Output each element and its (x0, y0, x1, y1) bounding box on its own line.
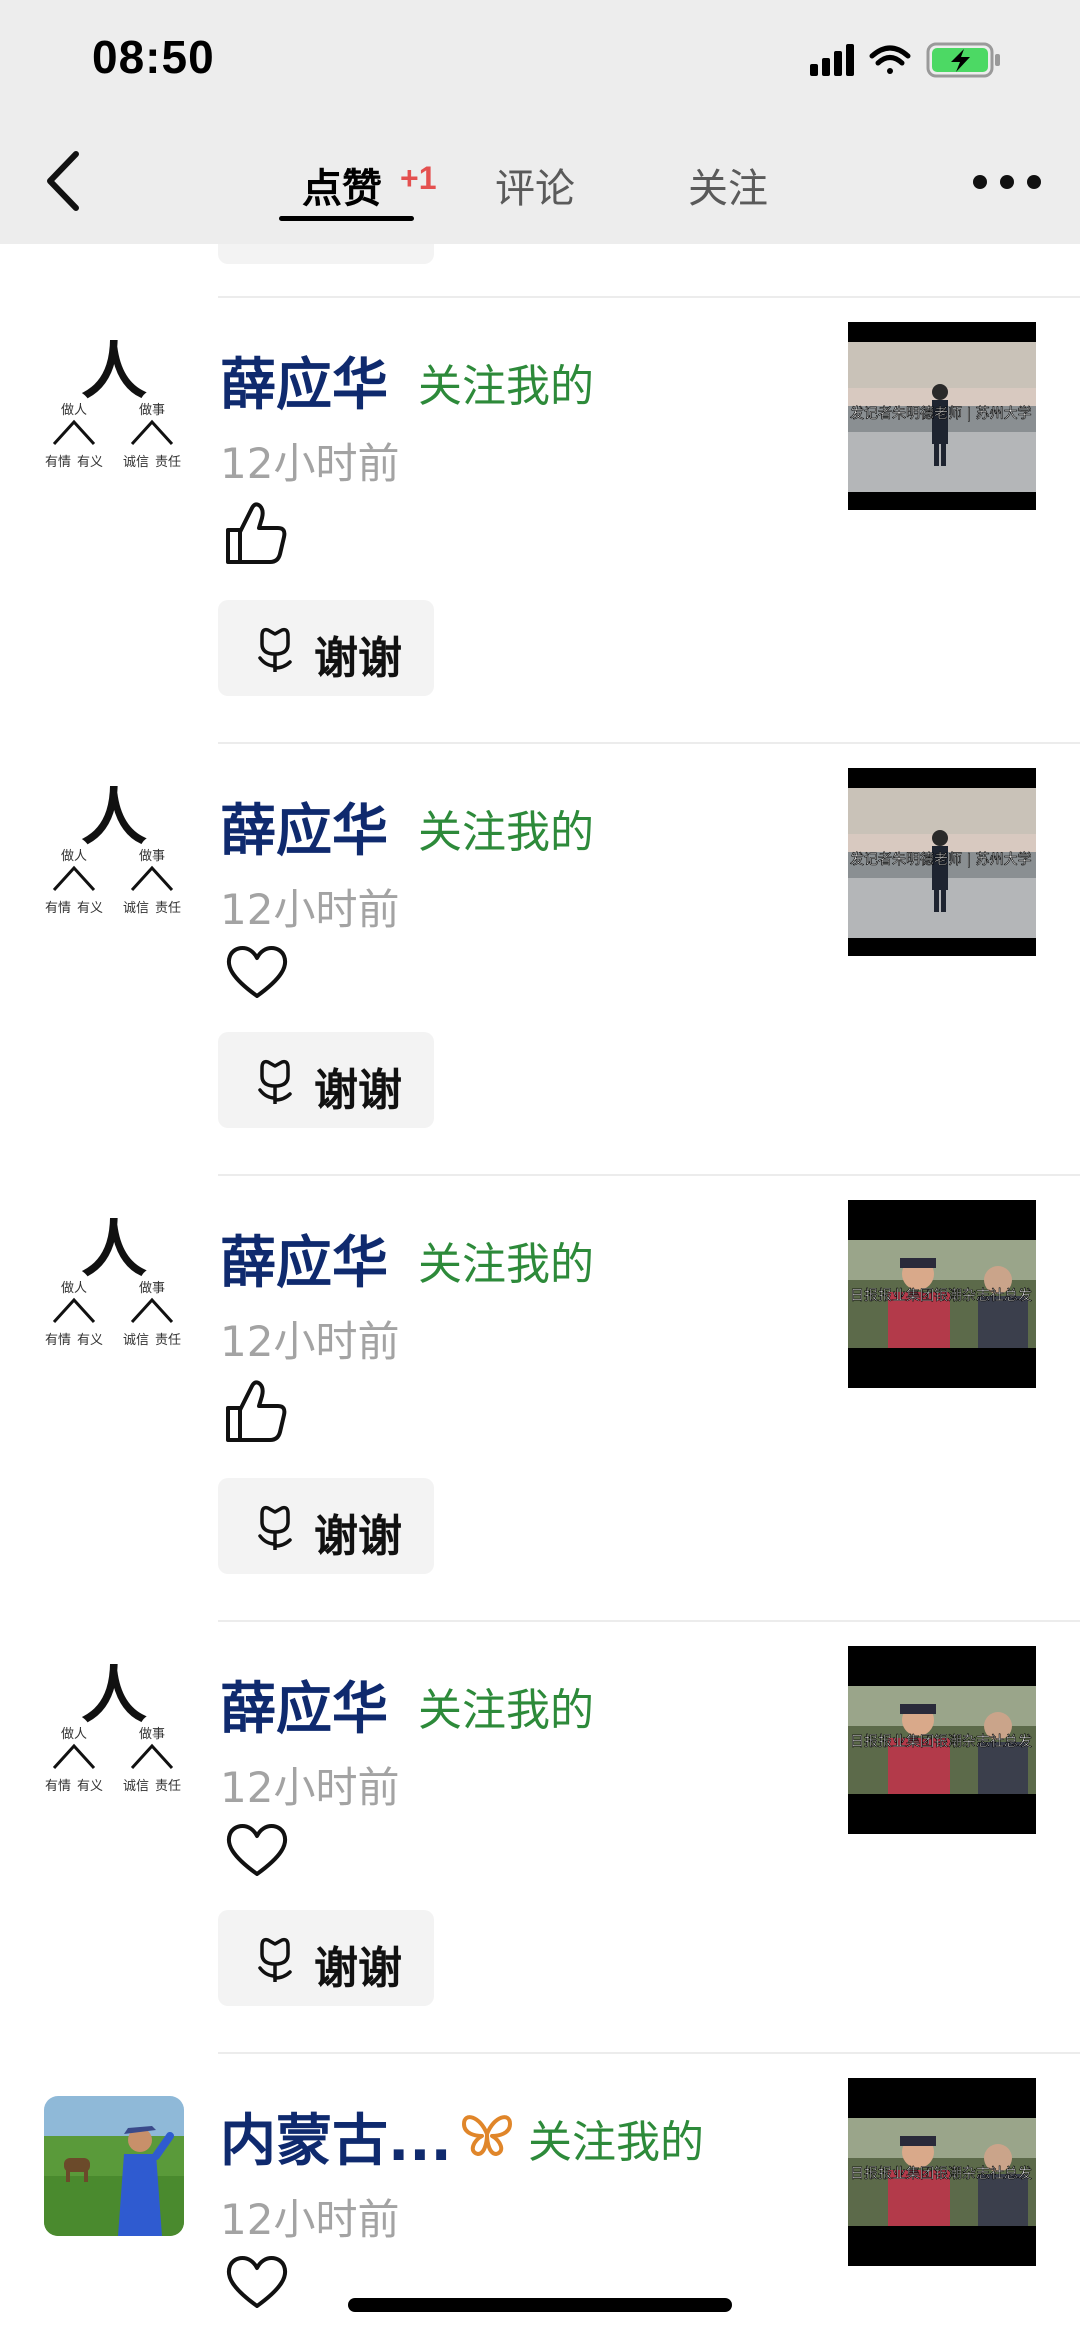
svg-text:责任: 责任 (155, 1779, 181, 1794)
video-caption: 发记者朱明德老师 | 苏州大学 (850, 852, 1032, 868)
heart-icon (222, 936, 292, 1006)
video-thumbnail[interactable]: 日报报业集团银潮杂志社总发 (848, 1646, 1036, 1834)
follow-note: 关注我的 (418, 361, 594, 412)
butterfly-icon (462, 2115, 512, 2156)
svg-text:有义: 有义 (77, 1333, 103, 1348)
thanks-label: 谢谢 (314, 633, 402, 684)
avatar[interactable]: 人 做人 做事 有情 有义 诚信 责任 (44, 340, 184, 480)
svg-text:做人: 做人 (61, 1281, 87, 1296)
thanks-label: 谢谢 (314, 1943, 402, 1994)
user-name[interactable]: 薛应华 (220, 340, 388, 421)
svg-text:有情: 有情 (45, 455, 71, 470)
timestamp: 12小时前 (220, 1317, 400, 1366)
signal-icon (810, 44, 854, 76)
video-caption: 发记者朱明德老师 | 苏州大学 (850, 406, 1032, 422)
video-caption: 日报报业集团银潮杂志社总发 (850, 1287, 1032, 1304)
svg-text:诚信: 诚信 (123, 455, 149, 470)
thanks-button[interactable]: 谢谢 (218, 1910, 434, 2006)
status-bar: 08:50 (0, 0, 1080, 120)
status-time: 08:50 (92, 31, 215, 83)
svg-text:有情: 有情 (45, 901, 71, 916)
user-name[interactable]: 薛应华 (220, 1218, 388, 1299)
video-caption: 日报报业集团银潮杂志社总发 (850, 2165, 1032, 2182)
flower-icon (248, 1500, 302, 1554)
svg-text:有义: 有义 (77, 455, 103, 470)
flower-icon (248, 1932, 302, 1986)
thumbs-up-icon (222, 498, 292, 568)
follow-note: 关注我的 (418, 1685, 594, 1736)
svg-text:有情: 有情 (45, 1333, 71, 1348)
video-thumbnail[interactable]: 日报报业集团银潮杂志社总发 (848, 1200, 1036, 1388)
thanks-button-partial[interactable] (218, 244, 434, 264)
svg-text:有义: 有义 (77, 1779, 103, 1794)
heart-icon (222, 2246, 292, 2316)
svg-text:责任: 责任 (155, 455, 181, 470)
video-thumbnail[interactable]: 日报报业集团银潮杂志社总发 (848, 2078, 1036, 2266)
timestamp: 12小时前 (220, 2195, 400, 2244)
likes-list: 人 做人 做事 有情 有义 诚信 责任 薛应华 关注我的 12小时前 谢谢 发记… (0, 244, 1080, 2339)
svg-text:做人: 做人 (61, 403, 87, 418)
svg-text:做事: 做事 (139, 1281, 165, 1296)
svg-text:诚信: 诚信 (123, 1333, 149, 1348)
avatar[interactable] (44, 2096, 184, 2236)
status-icons (810, 42, 1000, 78)
video-thumbnail[interactable]: 发记者朱明德老师 | 苏州大学 (848, 768, 1036, 956)
svg-text:做事: 做事 (139, 403, 165, 418)
svg-text:有情: 有情 (45, 1779, 71, 1794)
user-name[interactable]: 内蒙古... (220, 2096, 452, 2177)
tab-likes[interactable]: 点赞 (302, 156, 382, 214)
timestamp: 12小时前 (220, 885, 400, 934)
follow-note: 关注我的 (528, 2117, 704, 2168)
wifi-icon (869, 45, 911, 74)
video-caption: 日报报业集团银潮杂志社总发 (850, 1733, 1032, 1750)
timestamp: 12小时前 (220, 1763, 400, 1812)
svg-text:责任: 责任 (155, 1333, 181, 1348)
avatar-glyph: 人 (81, 340, 147, 408)
heart-icon (222, 1814, 292, 1884)
back-icon[interactable] (40, 146, 100, 216)
svg-text:责任: 责任 (155, 901, 181, 916)
more-icon[interactable] (972, 170, 1042, 194)
thanks-button[interactable]: 谢谢 (218, 1478, 434, 1574)
svg-text:做人: 做人 (61, 849, 87, 864)
thanks-button[interactable]: 谢谢 (218, 1032, 434, 1128)
avatar[interactable]: 人 做人 做事 有情 有义 诚信 责任 (44, 786, 184, 926)
thanks-label: 谢谢 (314, 1065, 402, 1116)
thanks-label: 谢谢 (314, 1511, 402, 1562)
home-indicator (348, 2298, 732, 2312)
tab-follow[interactable]: 关注 (688, 156, 768, 214)
battery-icon (926, 42, 1000, 78)
svg-text:做人: 做人 (61, 1727, 87, 1742)
list-item[interactable]: 人 做人 做事 有情 有义 诚信 责任 薛应华 关注我的 12小时前 谢谢 (0, 1176, 1080, 1622)
tab-comments[interactable]: 评论 (495, 156, 575, 214)
svg-text:诚信: 诚信 (123, 901, 149, 916)
avatar-glyph: 人 (81, 1664, 147, 1732)
avatar-glyph: 人 (81, 1218, 147, 1286)
list-item[interactable]: 人 做人 做事 有情 有义 诚信 责任 薛应华 关注我的 12小时前 谢谢 (0, 1622, 1080, 2054)
video-thumbnail[interactable]: 发记者朱明德老师 | 苏州大学 (848, 322, 1036, 510)
list-item[interactable]: 人 做人 做事 有情 有义 诚信 责任 薛应华 关注我的 12小时前 谢谢 (0, 298, 1080, 744)
list-item[interactable]: 人 做人 做事 有情 有义 诚信 责任 薛应华 关注我的 12小时前 谢谢 (0, 744, 1080, 1176)
svg-text:有义: 有义 (77, 901, 103, 916)
flower-icon (248, 622, 302, 676)
likes-badge: +1 (400, 160, 437, 196)
avatar[interactable]: 人 做人 做事 有情 有义 诚信 责任 (44, 1218, 184, 1358)
flower-icon (248, 1054, 302, 1108)
follow-note: 关注我的 (418, 807, 594, 858)
user-name[interactable]: 薛应华 (220, 786, 388, 867)
thumbs-up-icon (222, 1376, 292, 1446)
svg-text:做事: 做事 (139, 849, 165, 864)
nav-bar: 点赞 +1 评论 关注 (0, 120, 1080, 244)
active-tab-indicator (279, 216, 414, 221)
list-item[interactable]: 内蒙古... 关注我的 12小时前 日报报业集团银潮杂志社总发 (0, 2054, 1080, 2339)
user-name[interactable]: 薛应华 (220, 1664, 388, 1745)
svg-text:做事: 做事 (139, 1727, 165, 1742)
avatar[interactable]: 人 做人 做事 有情 有义 诚信 责任 (44, 1664, 184, 1804)
svg-text:诚信: 诚信 (123, 1779, 149, 1794)
timestamp: 12小时前 (220, 439, 400, 488)
follow-note: 关注我的 (418, 1239, 594, 1290)
avatar-glyph: 人 (81, 786, 147, 854)
thanks-button[interactable]: 谢谢 (218, 600, 434, 696)
